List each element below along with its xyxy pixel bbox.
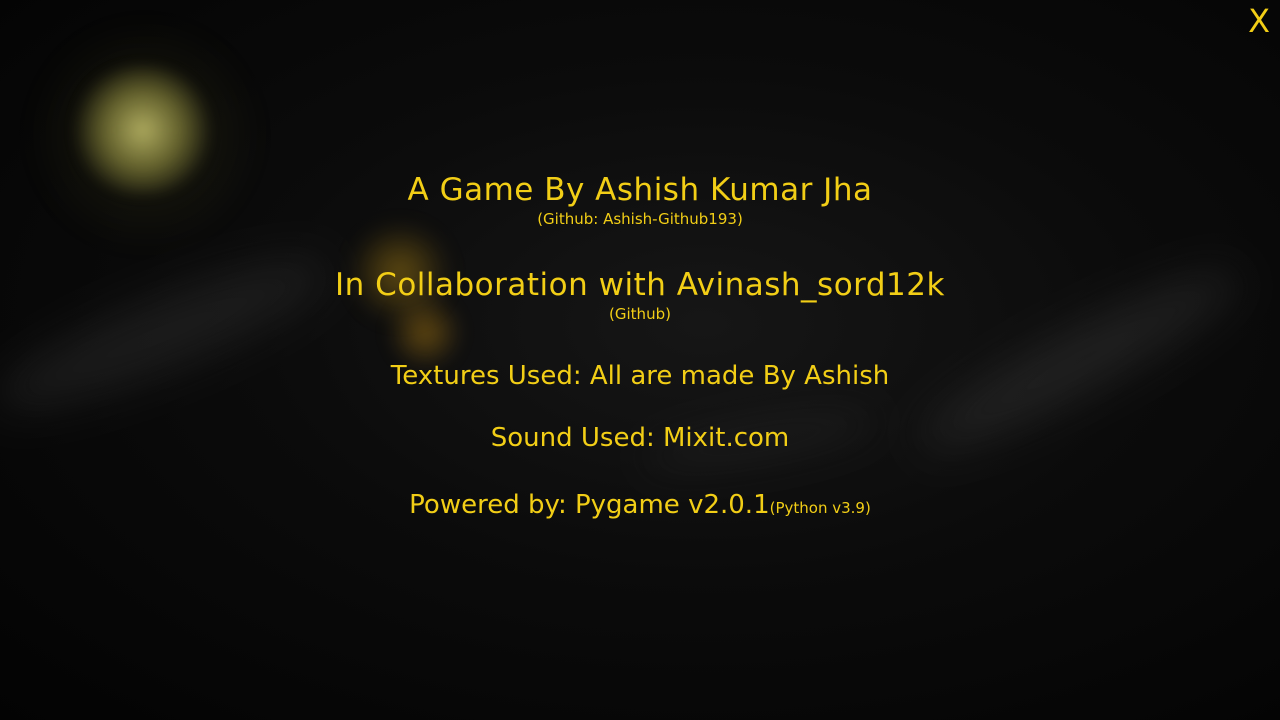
sound-credit: Sound Used: Mixit.com — [490, 423, 790, 453]
textures-credit: Textures Used: All are made By Ashish — [390, 361, 890, 391]
author-credit: A Game By Ashish Kumar Jha — [407, 172, 873, 208]
powered-label: Powered by: Pygame v2.0.1 — [409, 490, 770, 520]
collab-github: (Github) — [609, 305, 671, 323]
python-version: (Python v3.9) — [769, 499, 871, 517]
background-streak — [0, 235, 341, 435]
close-button[interactable]: X — [1248, 2, 1270, 40]
powered-credit: Powered by: Pygame v2.0.1(Python v3.9) — [0, 490, 1280, 520]
author-github: (Github: Ashish-Github193) — [537, 210, 743, 228]
collab-credit: In Collaboration with Avinash_sord12k — [335, 267, 945, 303]
credits-screen: X A Game By Ashish Kumar Jha (Github: As… — [0, 0, 1280, 720]
